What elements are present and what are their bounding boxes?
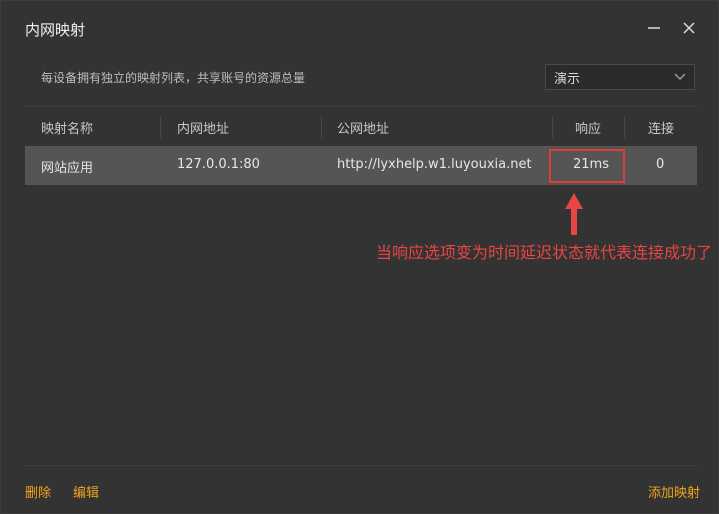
- header-local-address: 内网地址: [177, 122, 230, 137]
- edit-button[interactable]: 编辑: [73, 482, 99, 501]
- column-divider: [321, 116, 322, 138]
- cell-mapping-name: 网站应用: [41, 161, 94, 176]
- mapping-dialog: 内网映射 每设备拥有独立的映射列表，共享账号的资源总量 演示 映射名称 内网地址…: [0, 0, 719, 514]
- header-response: 响应: [575, 122, 602, 137]
- header-connections: 连接: [648, 122, 675, 137]
- up-arrow-icon: [565, 193, 583, 235]
- add-mapping-button[interactable]: 添加映射: [648, 482, 700, 501]
- device-select-value: 演示: [554, 71, 581, 87]
- column-divider: [624, 116, 625, 138]
- minimize-button[interactable]: [641, 15, 667, 41]
- annotation-text: 当响应选项变为时间延迟状态就代表连接成功了: [376, 243, 713, 262]
- table-header: 映射名称 内网地址 公网地址 响应 连接: [25, 106, 697, 146]
- column-divider: [160, 116, 161, 138]
- response-highlight-box: [549, 149, 625, 183]
- close-icon: [683, 22, 695, 34]
- cell-public-address: http://lyxhelp.w1.luyouxia.net: [337, 157, 532, 172]
- device-select[interactable]: 演示: [545, 64, 695, 90]
- close-button[interactable]: [676, 15, 702, 41]
- footer-divider: [25, 465, 697, 466]
- delete-button[interactable]: 删除: [25, 482, 51, 501]
- header-mapping-name: 映射名称: [41, 122, 94, 137]
- chevron-down-icon: [674, 73, 686, 81]
- dialog-title: 内网映射: [25, 21, 86, 39]
- description-text: 每设备拥有独立的映射列表，共享账号的资源总量: [41, 71, 306, 85]
- minimize-icon: [648, 27, 660, 29]
- cell-connections: 0: [656, 157, 665, 172]
- header-public-address: 公网地址: [337, 122, 390, 137]
- cell-local-address: 127.0.0.1:80: [177, 157, 260, 172]
- column-divider: [552, 116, 553, 138]
